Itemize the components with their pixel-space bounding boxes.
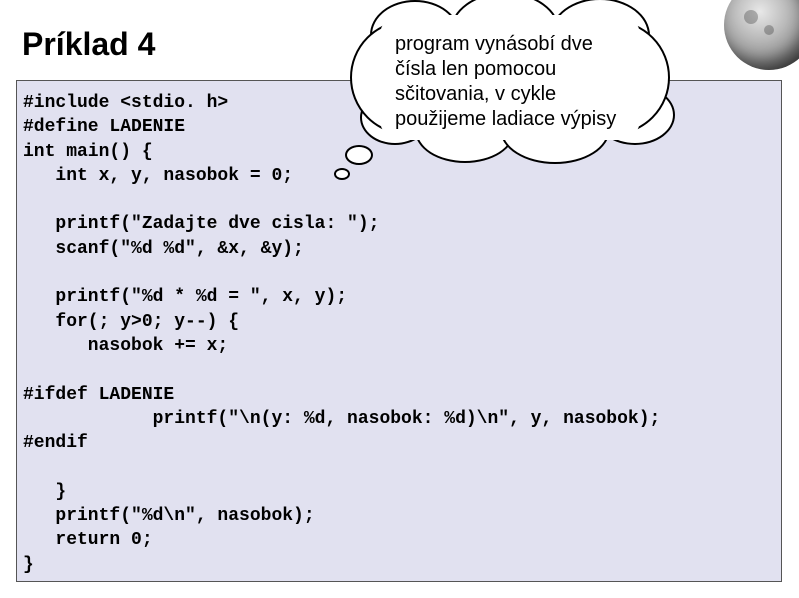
code-line: return 0; [23,530,153,550]
code-line: #endif [23,433,88,453]
code-line: #define LADENIE [23,117,185,137]
code-line: } [23,482,66,502]
code-line: scanf("%d %d", &x, &y); [23,239,304,259]
bubble-line: použijeme ladiace výpisy [395,108,616,130]
code-line: printf("%d * %d = ", x, y); [23,287,347,307]
slide-title: Príklad 4 [22,26,155,63]
code-line: #include <stdio. h> [23,93,228,113]
bubble-line: program vynásobí dve [395,33,593,55]
code-block: #include <stdio. h> #define LADENIE int … [16,80,782,582]
code-line: printf("%d\n", nasobok); [23,506,315,526]
code-line: printf("\n(y: %d, nasobok: %d)\n", y, na… [23,409,660,429]
thought-bubble: program vynásobí dve čísla len pomocou s… [340,10,680,150]
code-line: int main() { [23,142,153,162]
bubble-line: čísla len pomocou [395,58,556,80]
code-line: for(; y>0; y--) { [23,312,239,332]
code-line: printf("Zadajte dve cisla: "); [23,214,379,234]
code-line: int x, y, nasobok = 0; [23,166,293,186]
bubble-text: program vynásobí dve čísla len pomocou s… [395,32,665,132]
code-line: #ifdef LADENIE [23,385,174,405]
code-line: } [23,555,34,575]
bubble-line: sčitovania, v cykle [395,83,556,105]
moon-decoration [724,0,799,70]
code-line: nasobok += x; [23,336,228,356]
